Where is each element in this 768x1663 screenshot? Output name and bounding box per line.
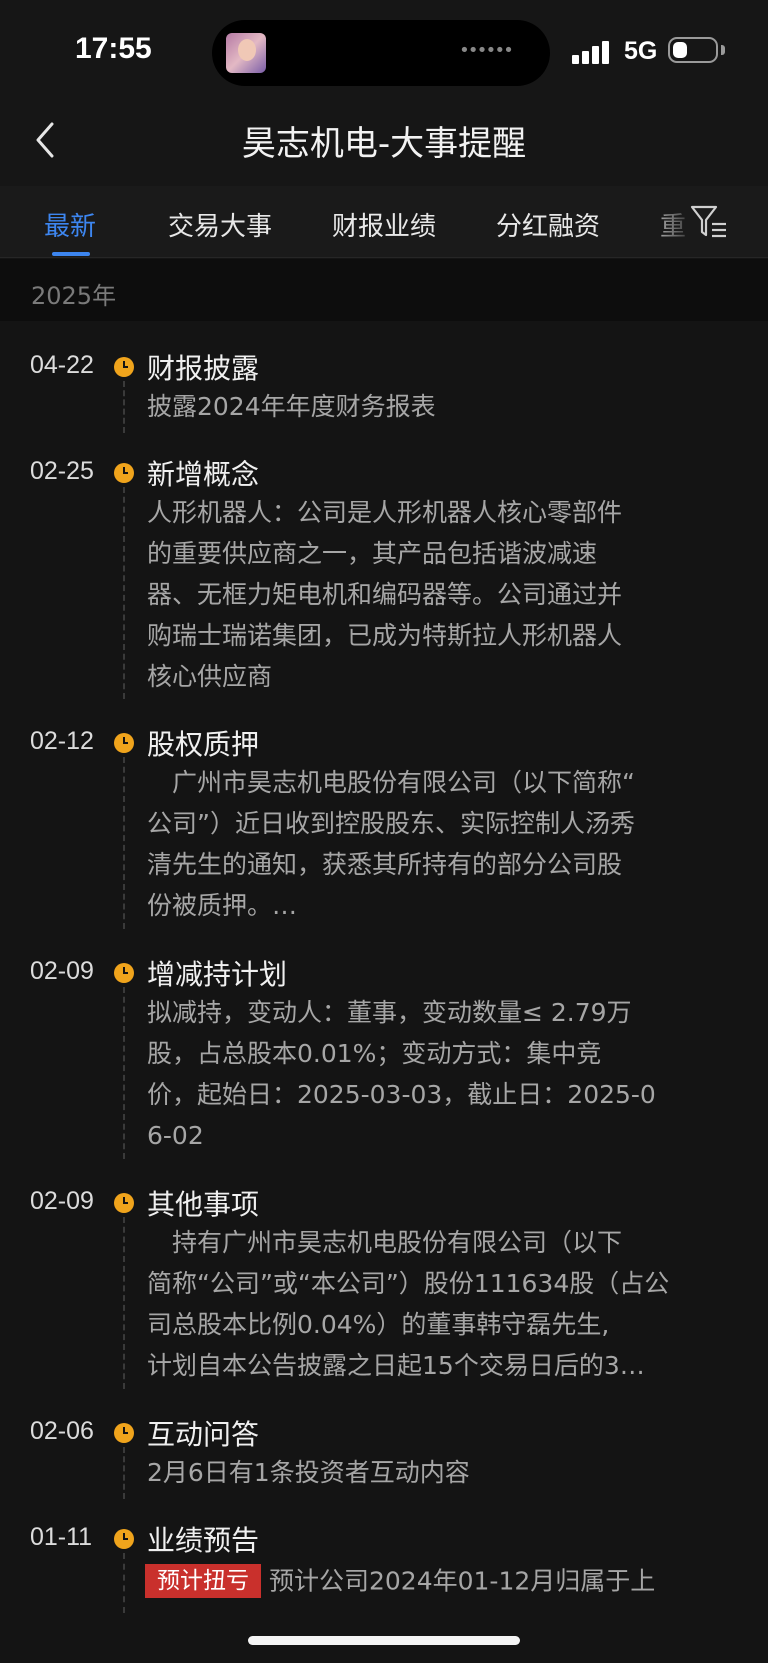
timeline-connector bbox=[123, 1553, 125, 1613]
clock-icon bbox=[114, 357, 134, 377]
event-body: 持有广州市昊志机电股份有限公司（以下 简称“公司”或“本公司”）股份111634… bbox=[147, 1222, 717, 1386]
year-header: 2025年 bbox=[0, 259, 768, 321]
event-title: 股权质押 bbox=[147, 728, 260, 761]
clock-icon bbox=[114, 733, 134, 753]
body-line: 持有广州市昊志机电股份有限公司（以下 bbox=[147, 1228, 623, 1257]
body-line: 司总股本比例0.04%）的董事韩守磊先生, bbox=[147, 1310, 610, 1339]
body-line: 简称“公司”或“本公司”）股份111634股（占公 bbox=[147, 1269, 670, 1298]
timeline-connector bbox=[123, 1447, 125, 1499]
year-label: 2025年 bbox=[31, 282, 117, 310]
timeline-connector bbox=[123, 757, 125, 929]
event-date: 02-09 bbox=[30, 1187, 94, 1215]
clock-icon bbox=[114, 1193, 134, 1213]
battery-tip bbox=[721, 45, 725, 55]
event-title: 增减持计划 bbox=[147, 958, 288, 991]
timeline-connector bbox=[123, 1217, 125, 1389]
status-bar: 17:55 •••••• 5G bbox=[0, 0, 768, 100]
event-body: 广州市昊志机电股份有限公司（以下简称“ 公司”）近日收到控股股东、实际控制人汤秀… bbox=[147, 762, 717, 926]
event-title: 财报披露 bbox=[147, 352, 260, 385]
clock-icon bbox=[114, 463, 134, 483]
event-title: 其他事项 bbox=[147, 1188, 260, 1221]
battery-level bbox=[673, 42, 687, 58]
body-line: 6-02 bbox=[147, 1121, 204, 1150]
event-date: 02-09 bbox=[30, 957, 94, 985]
tab-financial-results[interactable]: 财报业绩 bbox=[332, 206, 436, 243]
body-line: 器、无框力矩电机和编码器等。公司通过并 bbox=[147, 580, 623, 609]
page-title: 昊志机电-大事提醒 bbox=[241, 124, 527, 164]
timeline-connector bbox=[123, 487, 125, 699]
body-line: 清先生的通知，获悉其所持有的部分公司股 bbox=[147, 850, 623, 879]
clock-icon bbox=[114, 963, 134, 983]
tab-trading-events[interactable]: 交易大事 bbox=[168, 206, 272, 243]
body-line: 公司”）近日收到控股股东、实际控制人汤秀 bbox=[147, 809, 635, 838]
body-line: 计划自本公告披露之日起15个交易日后的3… bbox=[147, 1351, 645, 1380]
audio-waveform-icon: •••••• bbox=[458, 40, 514, 61]
battery-icon bbox=[668, 37, 718, 63]
event-date: 02-12 bbox=[30, 727, 94, 755]
cellular-signal-icon bbox=[572, 40, 612, 64]
body-line: 人形机器人：公司是人形机器人核心零部件 bbox=[147, 498, 623, 527]
event-body: 预计扭亏 预计公司2024年01-12月归属于上 bbox=[145, 1559, 715, 1602]
event-title: 新增概念 bbox=[147, 458, 260, 491]
event-body: 2月6日有1条投资者互动内容 bbox=[147, 1458, 470, 1487]
event-date: 02-06 bbox=[30, 1417, 94, 1445]
home-indicator[interactable] bbox=[248, 1636, 520, 1645]
now-playing-artwork[interactable] bbox=[226, 33, 266, 73]
dynamic-island[interactable]: •••••• bbox=[212, 20, 550, 86]
event-date: 01-11 bbox=[30, 1523, 93, 1551]
status-time: 17:55 bbox=[75, 32, 152, 65]
body-line: 份被质押。… bbox=[147, 891, 298, 920]
body-line: 的重要供应商之一，其产品包括谐波减速 bbox=[147, 539, 598, 568]
active-tab-indicator bbox=[52, 252, 90, 256]
body-line: 广州市昊志机电股份有限公司（以下简称“ bbox=[147, 768, 635, 797]
body-text: 预计公司2024年01-12月归属于上 bbox=[269, 1566, 656, 1596]
event-date: 04-22 bbox=[30, 351, 94, 379]
nav-header: 昊志机电-大事提醒 bbox=[0, 100, 768, 186]
timeline-connector bbox=[123, 381, 125, 433]
event-date: 02-25 bbox=[30, 457, 94, 485]
filter-icon[interactable] bbox=[690, 204, 730, 240]
tab-dividends-financing[interactable]: 分红融资 bbox=[496, 206, 600, 243]
tab-latest[interactable]: 最新 bbox=[44, 206, 96, 243]
clock-icon bbox=[114, 1529, 134, 1549]
event-body: 人形机器人：公司是人形机器人核心零部件 的重要供应商之一，其产品包括谐波减速 器… bbox=[147, 492, 717, 697]
tab-bar: 最新 交易大事 财报业绩 分红融资 重 bbox=[0, 186, 768, 258]
clock-icon bbox=[114, 1423, 134, 1443]
body-line: 价，起始日：2025-03-03，截止日：2025-0 bbox=[147, 1080, 656, 1109]
network-type: 5G bbox=[624, 37, 658, 65]
timeline-connector bbox=[123, 987, 125, 1159]
event-body: 披露2024年年度财务报表 bbox=[147, 392, 436, 421]
event-body: 拟减持，变动人：董事，变动数量≤ 2.79万 股，占总股本0.01%；变动方式：… bbox=[147, 992, 717, 1156]
event-title: 互动问答 bbox=[147, 1418, 260, 1451]
event-title: 业绩预告 bbox=[147, 1524, 260, 1557]
body-line: 拟减持，变动人：董事，变动数量≤ 2.79万 bbox=[147, 998, 632, 1027]
body-line: 核心供应商 bbox=[147, 662, 273, 691]
forecast-tag-badge: 预计扭亏 bbox=[145, 1564, 261, 1598]
body-line: 购瑞士瑞诺集团，已成为特斯拉人形机器人 bbox=[147, 621, 623, 650]
body-line: 股，占总股本0.01%；变动方式：集中竞 bbox=[147, 1039, 602, 1068]
